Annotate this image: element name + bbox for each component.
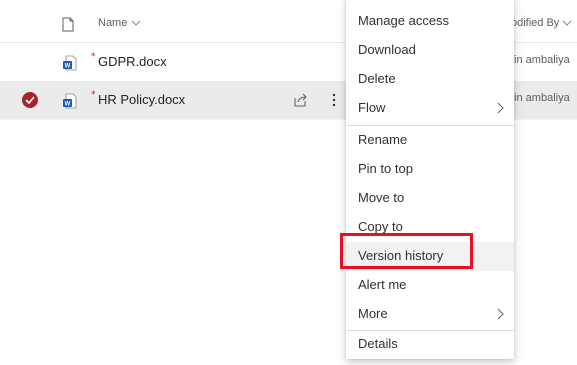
chevron-right-icon xyxy=(497,102,504,114)
word-document-icon: W xyxy=(63,93,77,109)
menu-item-flow[interactable]: Flow xyxy=(346,94,514,123)
file-name[interactable]: HR Policy.docx xyxy=(98,92,185,107)
chevron-right-icon xyxy=(497,308,504,320)
modified-by: tin ambaliya xyxy=(511,54,570,66)
modified-by-column-label: odified By xyxy=(511,17,560,29)
annotation-highlight-box xyxy=(340,233,473,269)
file-name[interactable]: GDPR.docx xyxy=(98,54,167,69)
menu-item-delete[interactable]: Delete xyxy=(346,65,514,94)
share-icon[interactable] xyxy=(292,92,308,108)
chevron-down-icon xyxy=(562,20,572,26)
menu-item-rename[interactable]: Rename xyxy=(346,126,514,155)
modified-by-column-header[interactable]: odified By xyxy=(511,17,572,29)
menu-item-manage-access[interactable]: Manage access xyxy=(346,7,514,36)
menu-item-alert-me[interactable]: Alert me xyxy=(346,271,514,300)
chevron-down-icon xyxy=(131,20,141,26)
svg-text:W: W xyxy=(65,63,71,69)
more-vertical-icon[interactable] xyxy=(330,91,338,109)
menu-item-more[interactable]: More xyxy=(346,300,514,329)
menu-item-details[interactable]: Details xyxy=(346,330,514,359)
menu-item-download[interactable]: Download xyxy=(346,36,514,65)
menu-item-move-to[interactable]: Move to xyxy=(346,184,514,213)
word-document-icon: W xyxy=(63,55,77,71)
new-indicator-icon: ⁎ xyxy=(91,86,96,96)
file-outline-icon[interactable] xyxy=(62,17,74,32)
name-column-header[interactable]: Name xyxy=(98,17,141,29)
modified-by: tin ambaliya xyxy=(511,92,570,104)
menu-item-pin-to-top[interactable]: Pin to top xyxy=(346,155,514,184)
svg-text:W: W xyxy=(65,101,71,107)
name-column-label: Name xyxy=(98,17,128,29)
checkmark-circle-icon[interactable] xyxy=(22,92,38,108)
context-menu: Manage access Download Delete Flow Renam… xyxy=(346,0,514,359)
new-indicator-icon: ⁎ xyxy=(91,48,96,58)
